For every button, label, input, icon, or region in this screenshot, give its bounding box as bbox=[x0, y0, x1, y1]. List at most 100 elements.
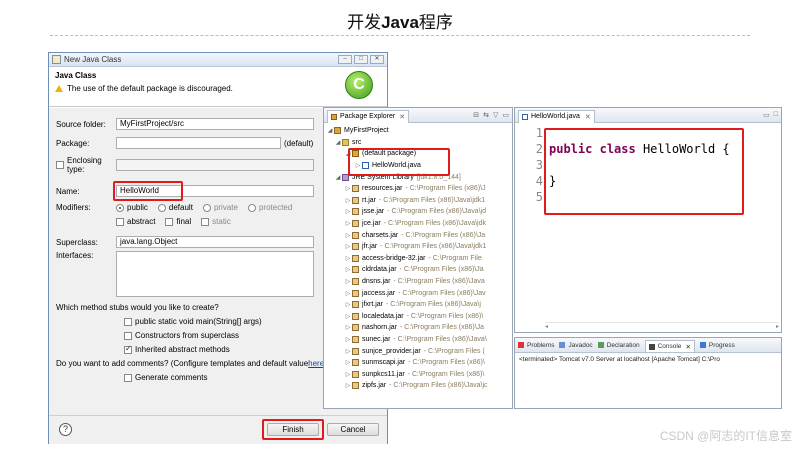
scroll-right-icon[interactable]: ▸ bbox=[776, 323, 779, 330]
collapsed-arrow-icon[interactable]: ▷ bbox=[344, 348, 352, 355]
tree-item-jar[interactable]: ▷ resources.jar - C:\Program Files (x86)\J bbox=[324, 183, 512, 195]
horizontal-scrollbar[interactable]: ◂ ▸ bbox=[545, 322, 779, 330]
tree-item-jar[interactable]: ▷ sunpkcs11.jar - C:\Program Files (x86)\ bbox=[324, 368, 512, 380]
collapsed-arrow-icon[interactable]: ▷ bbox=[344, 232, 352, 239]
enclosing-type-input[interactable] bbox=[116, 159, 314, 171]
tab-javadoc[interactable]: Javadoc bbox=[559, 342, 593, 349]
protected-radio[interactable] bbox=[247, 203, 256, 212]
tab-close-icon[interactable]: ✕ bbox=[585, 113, 591, 121]
collapsed-arrow-icon[interactable]: ▷ bbox=[344, 208, 352, 215]
tree-item-jar[interactable]: ▷ access-bridge-32.jar - C:\Program File bbox=[324, 253, 512, 265]
collapsed-arrow-icon[interactable]: ▷ bbox=[344, 255, 352, 262]
minimize-view-icon[interactable]: ▭ bbox=[763, 111, 770, 119]
tree-item-jar[interactable]: ▷ sunmscapi.jar - C:\Program Files (x86)\ bbox=[324, 357, 512, 369]
modifier-protected[interactable]: protected bbox=[247, 203, 292, 212]
tree-item-jar[interactable]: ▷ zipfs.jar - C:\Program Files (x86)\Java\… bbox=[324, 380, 512, 392]
source-folder-label: Source folder: bbox=[56, 119, 106, 129]
collapsed-arrow-icon[interactable]: ▷ bbox=[344, 266, 352, 273]
configure-templates-link[interactable]: here bbox=[308, 359, 324, 368]
modifier-public[interactable]: public bbox=[116, 203, 148, 212]
package-explorer-tab[interactable]: Package Explorer ✕ bbox=[327, 109, 410, 123]
tree-item-jar[interactable]: ▷ sunec.jar - C:\Program Files (x86)\Java\ bbox=[324, 334, 512, 346]
maximize-icon[interactable]: □ bbox=[354, 55, 368, 64]
tree-item-jar[interactable]: ▷ jfxrt.jar - C:\Program Files (x86)\Java\… bbox=[324, 299, 512, 311]
cancel-button[interactable]: Cancel bbox=[327, 423, 379, 436]
editor-tab-helloworld[interactable]: HelloWorld.java ✕ bbox=[518, 109, 595, 123]
tree-item-jar[interactable]: ▷ jaccess.jar - C:\Program Files (x86)\Jav bbox=[324, 287, 512, 299]
collapsed-arrow-icon[interactable]: ▷ bbox=[344, 359, 352, 366]
enclosing-type-checkbox[interactable] bbox=[56, 161, 64, 169]
tree-item-jar[interactable]: ▷ charsets.jar - C:\Program Files (x86)\Ja bbox=[324, 229, 512, 241]
superclass-input[interactable]: java.lang.Object bbox=[116, 236, 314, 248]
jar-icon bbox=[352, 266, 359, 274]
interfaces-list[interactable] bbox=[116, 251, 314, 297]
collapsed-arrow-icon[interactable]: ▷ bbox=[344, 313, 352, 320]
package-input[interactable] bbox=[116, 137, 281, 149]
tab-progress[interactable]: Progress bbox=[699, 342, 735, 349]
java-icon bbox=[52, 55, 61, 64]
link-editor-icon[interactable]: ⇆ bbox=[483, 111, 489, 119]
generate-comments-label: Generate comments bbox=[135, 373, 208, 382]
tree-item-jar[interactable]: ▷ cldrdata.jar - C:\Program Files (x86)\Ja bbox=[324, 264, 512, 276]
private-radio[interactable] bbox=[202, 203, 211, 212]
collapsed-arrow-icon[interactable]: ▷ bbox=[344, 324, 352, 331]
tree-item-jar[interactable]: ▷ jce.jar - C:\Program Files (x86)\Java\jd… bbox=[324, 218, 512, 230]
static-checkbox[interactable] bbox=[201, 217, 210, 226]
tree-item-jar[interactable]: ▷ localedata.jar - C:\Program Files (x86)\ bbox=[324, 311, 512, 323]
constructors-checkbox[interactable] bbox=[124, 331, 132, 340]
generate-comments-checkbox[interactable] bbox=[124, 373, 132, 382]
public-radio[interactable] bbox=[116, 203, 124, 212]
inherited-methods-checkbox[interactable] bbox=[124, 344, 132, 354]
maximize-view-icon[interactable]: □ bbox=[774, 111, 778, 119]
tree-item-jar[interactable]: ▷ jsse.jar - C:\Program Files (x86)\Java\j… bbox=[324, 206, 512, 218]
final-checkbox[interactable] bbox=[165, 217, 174, 226]
expanded-arrow-icon[interactable]: ◢ bbox=[334, 174, 342, 181]
problems-icon bbox=[518, 342, 524, 348]
collapsed-arrow-icon[interactable]: ▷ bbox=[344, 197, 352, 204]
modifier-default[interactable]: default bbox=[157, 203, 193, 212]
expanded-arrow-icon[interactable]: ◢ bbox=[334, 139, 342, 146]
modifier-final[interactable]: final bbox=[165, 217, 191, 226]
tab-declaration[interactable]: Declaration bbox=[597, 342, 640, 349]
collapsed-arrow-icon[interactable]: ▷ bbox=[344, 371, 352, 378]
close-icon[interactable]: ✕ bbox=[370, 55, 384, 64]
main-method-checkbox[interactable] bbox=[124, 317, 132, 326]
collapsed-arrow-icon[interactable]: ▷ bbox=[344, 185, 352, 192]
collapsed-arrow-icon[interactable]: ▷ bbox=[344, 382, 352, 389]
modifier-static[interactable]: static bbox=[201, 217, 231, 226]
jar-icon bbox=[352, 359, 359, 367]
minimize-icon[interactable]: – bbox=[338, 55, 352, 64]
tree-item-jar[interactable]: ▷ jfr.jar - C:\Program Files (x86)\Java\jd… bbox=[324, 241, 512, 253]
collapsed-arrow-icon[interactable]: ▷ bbox=[344, 243, 352, 250]
help-icon[interactable]: ? bbox=[59, 423, 72, 436]
tree-item-jar[interactable]: ▷ sunjce_provider.jar - C:\Program Files ( bbox=[324, 345, 512, 357]
modifier-private[interactable]: private bbox=[202, 203, 238, 212]
source-folder-input[interactable]: MyFirstProject/src bbox=[116, 118, 314, 130]
collapsed-arrow-icon[interactable]: ▷ bbox=[344, 336, 352, 343]
default-radio[interactable] bbox=[157, 203, 166, 212]
tab-close-icon[interactable]: ✕ bbox=[685, 343, 690, 351]
tab-problems[interactable]: Problems bbox=[518, 342, 554, 349]
package-default-hint: (default) bbox=[284, 138, 314, 148]
collapsed-arrow-icon[interactable]: ▷ bbox=[344, 220, 352, 227]
dialog-titlebar[interactable]: New Java Class – □ ✕ bbox=[49, 53, 387, 67]
collapse-all-icon[interactable]: ⊟ bbox=[473, 111, 479, 119]
expanded-arrow-icon[interactable]: ◢ bbox=[326, 127, 334, 134]
tab-console[interactable]: Console ✕ bbox=[644, 339, 695, 352]
minimize-view-icon[interactable]: ▭ bbox=[502, 111, 509, 119]
scroll-left-icon[interactable]: ◂ bbox=[545, 324, 548, 330]
tree-item-jar[interactable]: ▷ rt.jar - C:\Program Files (x86)\Java\jdk… bbox=[324, 195, 512, 207]
abstract-checkbox[interactable] bbox=[116, 217, 124, 226]
modifier-abstract[interactable]: abstract bbox=[116, 217, 155, 226]
slide-title: 开发Java程序 bbox=[347, 13, 453, 32]
collapsed-arrow-icon[interactable]: ▷ bbox=[344, 278, 352, 285]
tab-close-icon[interactable]: ✕ bbox=[399, 113, 405, 121]
tree-item-jar[interactable]: ▷ dnsns.jar - C:\Program Files (x86)\Java bbox=[324, 276, 512, 288]
view-menu-icon[interactable]: ▽ bbox=[493, 111, 498, 119]
collapsed-arrow-icon[interactable]: ▷ bbox=[344, 301, 352, 308]
tree-item-project[interactable]: ◢ MyFirstProject bbox=[324, 125, 512, 137]
tree-item-jar[interactable]: ▷ nashorn.jar - C:\Program Files (x86)\Ja bbox=[324, 322, 512, 334]
collapsed-arrow-icon[interactable]: ▷ bbox=[344, 290, 352, 297]
wizard-footer: ? Finish Cancel bbox=[49, 415, 387, 443]
tree-item-src[interactable]: ◢ src bbox=[324, 137, 512, 149]
